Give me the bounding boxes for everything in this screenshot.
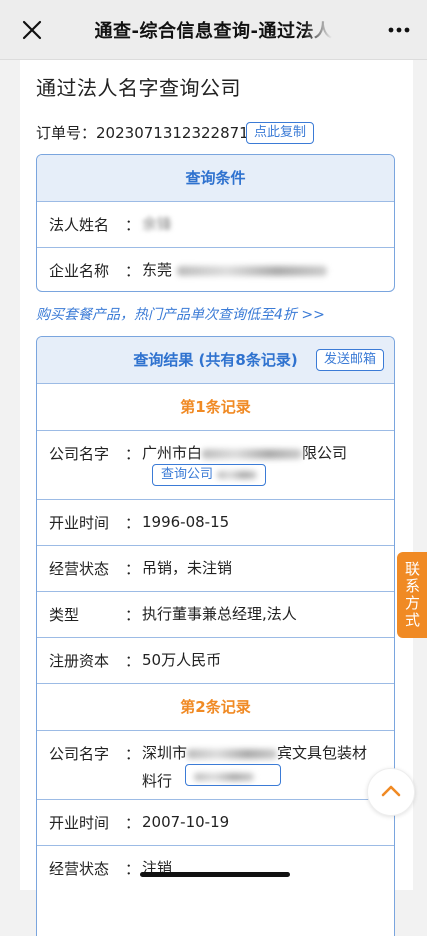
query-company-label: 查询公司	[161, 467, 214, 482]
more-icon[interactable]	[385, 16, 413, 44]
field-label: 公司名字	[49, 745, 110, 763]
colon: ：	[125, 652, 141, 670]
colon: ：	[125, 216, 141, 234]
back-to-top-button[interactable]	[367, 768, 415, 816]
query-company-button[interactable]	[184, 764, 281, 786]
navigation-bar: 通查-综合信息查询-通过法人	[0, 0, 427, 60]
contact-tab[interactable]: 联系方式	[397, 552, 427, 638]
query-conditions-header: 查询条件	[37, 155, 394, 202]
field-label: 公司名字	[49, 445, 110, 463]
company-name-text: 东莞	[142, 261, 173, 279]
page-title: 通过法人名字查询公司	[36, 76, 241, 100]
status-row: 经营状态 ： 吊销，未注销	[37, 546, 394, 592]
home-indicator	[140, 872, 290, 877]
colon: ：	[125, 560, 141, 578]
company-name-value: 深圳市 宾文具包装材 料行	[142, 742, 384, 792]
field-value: 吊销，未注销	[142, 559, 233, 577]
company-name-value: 广州市白 限公司 查询公司	[142, 442, 384, 492]
field-value: 1996-08-15	[142, 513, 230, 531]
query-conditions-card: 查询条件 法人姓名 ： 余锋 企业名称 ： 东莞	[36, 154, 395, 292]
query-results-header: 查询结果 (共有8条记录) 发送邮箱	[37, 337, 394, 384]
copy-button[interactable]: 点此复制	[246, 122, 315, 144]
open-date-row: 开业时间 ： 2007-10-19	[37, 800, 394, 846]
field-label: 经营状态	[49, 560, 110, 578]
colon: ：	[125, 262, 141, 280]
status-row: 经营状态 ： 注销	[37, 846, 394, 891]
query-company-button[interactable]: 查询公司	[152, 464, 267, 486]
redacted-text	[217, 470, 258, 479]
query-results-card: 查询结果 (共有8条记录) 发送邮箱 第1条记录 公司名字 ： 广州市白 限公司 …	[36, 336, 395, 936]
field-label: 企业名称	[49, 262, 110, 280]
page-content: 通过法人名字查询公司 订单号：2023071312322871 点此复制 查询条…	[20, 60, 413, 936]
send-email-button[interactable]: 发送邮箱	[315, 349, 384, 371]
redacted-text	[193, 773, 254, 781]
company-name-value: 东莞	[142, 259, 384, 281]
colon: ：	[125, 745, 141, 763]
nav-title: 通查-综合信息查询-通过法人	[94, 20, 333, 42]
colon: ：	[125, 445, 141, 463]
redacted-text	[176, 265, 327, 276]
promo-link[interactable]: 购买套餐产品，热门产品单次查询低至4折 >>	[36, 304, 325, 324]
field-label: 开业时间	[49, 814, 110, 832]
order-label: 订单号：	[36, 124, 97, 142]
field-label: 注册资本	[49, 652, 110, 670]
company-name-prefix: 深圳市	[142, 744, 188, 762]
order-number: 订单号：2023071312322871	[36, 122, 249, 143]
capital-row: 注册资本 ： 50万人民币	[37, 638, 394, 684]
field-label: 经营状态	[49, 860, 110, 878]
company-name-line2: 料行	[142, 772, 173, 790]
field-value: 50万人民币	[142, 651, 222, 669]
colon: ：	[125, 860, 141, 878]
company-name-suffix: 宾文具包装材	[277, 744, 368, 762]
field-label: 类型	[49, 606, 80, 624]
colon: ：	[125, 814, 141, 832]
chevron-up-icon	[381, 785, 401, 797]
order-value: 2023071312322871	[96, 124, 249, 142]
redacted-text	[202, 448, 303, 459]
legal-person-row: 法人姓名 ： 余锋	[37, 202, 394, 248]
redacted-text	[187, 748, 278, 759]
close-icon[interactable]	[18, 16, 46, 44]
company-row: 公司名字 ： 广州市白 限公司 查询公司	[37, 431, 394, 500]
field-value: 2007-10-19	[142, 813, 230, 831]
company-row: 公司名字 ： 深圳市 宾文具包装材 料行	[37, 731, 394, 800]
record-title: 第1条记录	[37, 384, 394, 431]
field-value: 执行董事兼总经理,法人	[142, 605, 297, 623]
company-name-row: 企业名称 ： 东莞	[37, 248, 394, 291]
company-name-prefix: 广州市白	[142, 444, 203, 462]
company-name-suffix: 限公司	[302, 444, 348, 462]
query-results-title: 查询结果 (共有8条记录)	[133, 351, 298, 369]
field-label: 法人姓名	[49, 216, 110, 234]
open-date-row: 开业时间 ： 1996-08-15	[37, 500, 394, 546]
record-title: 第2条记录	[37, 684, 394, 731]
field-label: 开业时间	[49, 514, 110, 532]
colon: ：	[125, 606, 141, 624]
type-row: 类型 ： 执行董事兼总经理,法人	[37, 592, 394, 638]
colon: ：	[125, 514, 141, 532]
legal-person-value: 余锋	[142, 215, 173, 233]
